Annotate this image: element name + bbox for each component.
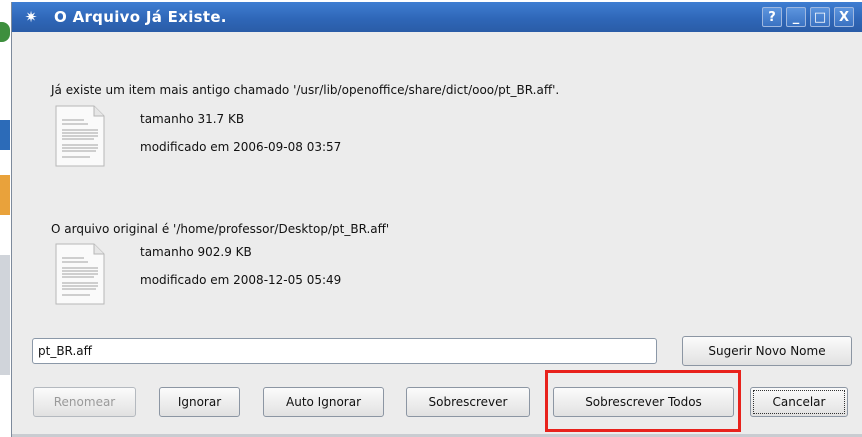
background-edge-blue <box>0 120 10 150</box>
rename-button[interactable]: Renomear <box>33 387 136 417</box>
document-icon <box>55 243 105 305</box>
original-size: tamanho 902.9 KB <box>140 245 252 259</box>
app-icon: ✷ <box>24 8 38 26</box>
title-bar[interactable]: ✷ O Arquivo Já Existe. ? _ □ X <box>12 2 862 32</box>
suggest-new-name-button[interactable]: Sugerir Novo Nome <box>682 336 852 366</box>
new-name-input[interactable] <box>32 338 657 364</box>
skip-button[interactable]: Ignorar <box>159 387 240 417</box>
close-button[interactable]: X <box>834 7 854 27</box>
background-edge-gray <box>0 255 10 375</box>
highlight-box <box>545 370 741 432</box>
original-item-message: O arquivo original é '/home/professor/De… <box>51 222 390 236</box>
minimize-button[interactable]: _ <box>786 7 806 27</box>
cancel-button[interactable]: Cancelar <box>750 387 848 417</box>
file-exists-dialog: ✷ O Arquivo Já Existe. ? _ □ X Já existe… <box>11 2 862 437</box>
original-modified: modificado em 2008-12-05 05:49 <box>140 273 342 287</box>
existing-size: tamanho 31.7 KB <box>140 112 245 126</box>
window-title: O Arquivo Já Existe. <box>54 8 227 26</box>
overwrite-button[interactable]: Sobrescrever <box>406 387 530 417</box>
help-button[interactable]: ? <box>762 7 782 27</box>
existing-item-message: Já existe um item mais antigo chamado '/… <box>51 83 560 97</box>
document-icon <box>55 105 105 167</box>
existing-modified: modificado em 2006-09-08 03:57 <box>140 140 342 154</box>
auto-skip-button[interactable]: Auto Ignorar <box>263 387 384 417</box>
maximize-button[interactable]: □ <box>810 7 830 27</box>
background-edge-green <box>0 22 10 42</box>
background-edge-orange <box>0 175 10 215</box>
